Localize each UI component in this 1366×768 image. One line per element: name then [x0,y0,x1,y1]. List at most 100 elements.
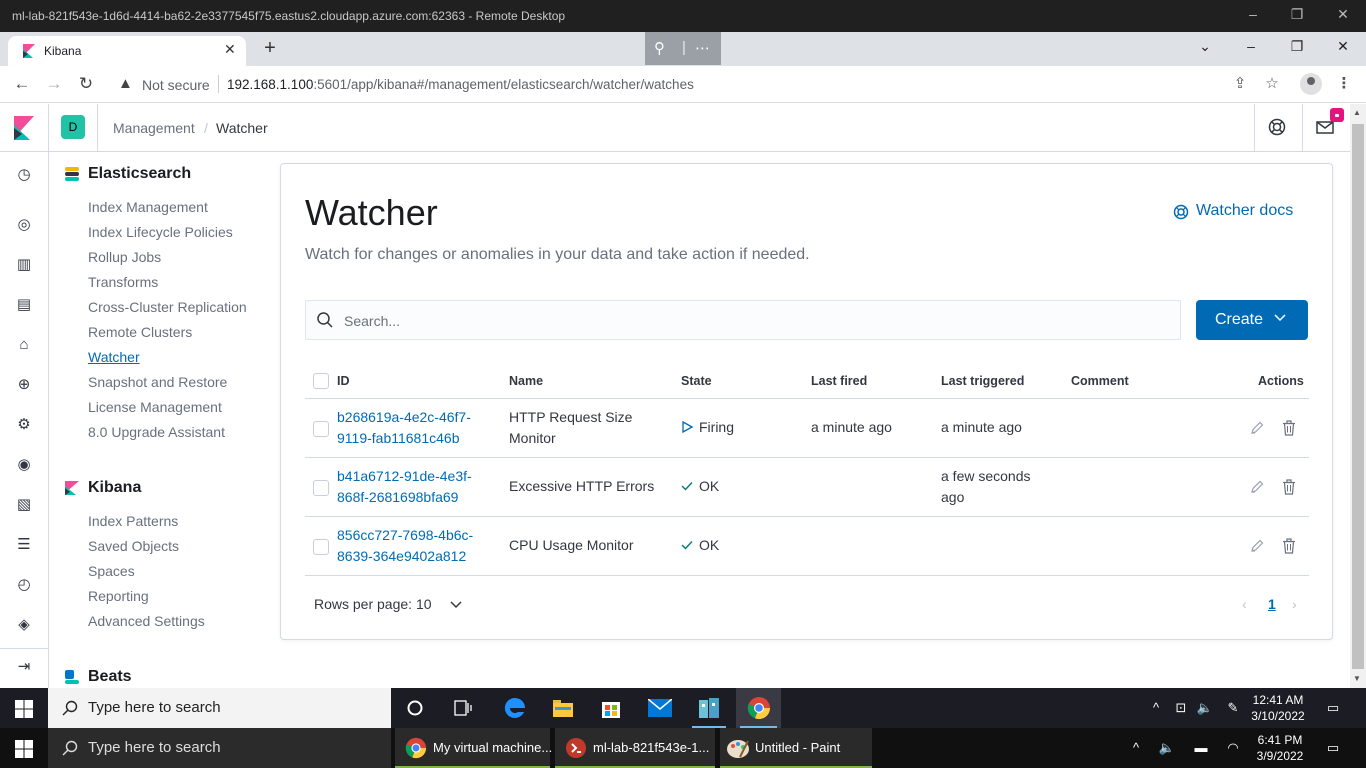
not-secure-label[interactable]: Not secure [142,77,210,93]
taskbar-search-box[interactable]: Type here to search [48,728,391,768]
browser-tab-kibana[interactable]: Kibana ✕ [8,36,246,66]
select-all-checkbox[interactable] [313,373,329,389]
watch-id-link[interactable]: b268619a-4e2c-46f7- 9119-fab11681c46b [337,407,471,449]
breadcrumb-management[interactable]: Management [113,120,195,136]
discover-compass-icon[interactable]: ◎ [14,215,34,235]
rd-minimize-button[interactable]: – [1239,6,1267,26]
url-text[interactable]: 192.168.1.100:5601/app/kibana#/managemen… [227,77,694,92]
edit-pencil-icon[interactable] [1249,420,1265,436]
edit-pencil-icon[interactable] [1249,479,1265,495]
scroll-down-arrow-icon[interactable]: ▼ [1353,674,1361,683]
browser-close-button[interactable]: ✕ [1333,38,1353,55]
siem-icon[interactable]: ◈ [14,615,34,635]
sidebar-item-snapshot-and-restore[interactable]: Snapshot and Restore [88,374,227,390]
apm-icon[interactable]: ☰ [14,535,34,555]
taskbar-search-box[interactable]: Type here to search [48,688,391,728]
machine-learning-icon[interactable]: ⚙ [14,415,34,435]
uptime-icon[interactable]: ◴ [14,575,34,595]
notifications-icon[interactable]: ▭ [1322,688,1344,728]
pen-icon[interactable]: ✎ [1222,688,1244,728]
delete-trash-icon[interactable] [1281,420,1297,436]
page-scrollbar[interactable]: ▲ ▼ [1350,104,1366,688]
store-icon[interactable] [590,688,632,728]
wifi-icon[interactable]: ◠ [1222,728,1244,768]
scrollbar-thumb[interactable] [1352,124,1364,669]
remote-zoom-toolbar[interactable]: ⚲ | ⋯ [645,32,721,65]
notifications-icon[interactable]: ▭ [1322,728,1344,768]
sidebar-item-saved-objects[interactable]: Saved Objects [88,538,179,554]
browser-minimize-button[interactable]: – [1241,38,1261,54]
taskbar-clock[interactable]: 6:41 PM 3/9/2022 [1250,732,1310,764]
sidebar-item-reporting[interactable]: Reporting [88,588,149,604]
watch-id-link[interactable]: 856cc727-7698-4b6c- 8639-364e9402a812 [337,525,473,567]
delete-trash-icon[interactable] [1281,479,1297,495]
delete-trash-icon[interactable] [1281,538,1297,554]
dashboard-icon[interactable]: ▤ [14,295,34,315]
taskbar-task-paint[interactable]: Untitled - Paint [720,728,872,768]
space-avatar[interactable]: D [61,115,85,139]
canvas-icon[interactable]: ⌂ [14,335,34,355]
metrics-icon[interactable]: ◉ [14,455,34,475]
zoom-icon[interactable]: ⚲ [654,39,665,57]
watch-search-field[interactable] [305,300,1181,340]
rows-per-page-selector[interactable]: Rows per page: 10 [314,596,462,612]
browser-menu-icon[interactable]: ⋮ [1333,74,1355,92]
sidebar-item-index-management[interactable]: Index Management [88,199,208,215]
network-icon[interactable]: ⊡ [1170,688,1192,728]
edge-browser-icon[interactable] [494,688,536,728]
mail-app-icon[interactable] [639,688,681,728]
taskbar-task-remote-desktop[interactable]: ml-lab-821f543e-1... [555,728,715,768]
sidebar-item-cross-cluster-replication[interactable]: Cross-Cluster Replication [88,299,247,315]
task-view-icon[interactable] [443,688,483,728]
reload-icon[interactable]: ↻ [74,74,98,94]
tab-search-chevron-icon[interactable]: ⌄ [1195,38,1215,55]
taskbar-clock[interactable]: 12:41 AM 3/10/2022 [1248,692,1308,724]
next-page-icon[interactable]: › [1292,596,1297,612]
search-input[interactable] [344,310,1164,332]
forward-arrow-icon[interactable]: → [42,74,66,94]
sidebar-item-index-patterns[interactable]: Index Patterns [88,513,178,529]
tray-overflow-chevron-icon[interactable]: ^ [1147,688,1165,728]
new-tab-button[interactable]: + [258,37,282,60]
profile-avatar-icon[interactable] [1300,73,1322,95]
tab-close-icon[interactable]: ✕ [224,41,236,58]
rd-close-button[interactable]: ✕ [1329,6,1357,26]
sidebar-item-upgrade-assistant[interactable]: 8.0 Upgrade Assistant [88,424,225,440]
create-button[interactable]: Create [1196,300,1308,340]
tray-overflow-chevron-icon[interactable]: ^ [1127,728,1145,768]
sidebar-item-remote-clusters[interactable]: Remote Clusters [88,324,192,340]
row-checkbox[interactable] [313,480,329,496]
column-header-name[interactable]: Name [509,374,543,388]
back-arrow-icon[interactable]: ← [10,74,34,94]
column-header-id[interactable]: ID [337,374,350,388]
sidebar-item-watcher[interactable]: Watcher [88,349,140,365]
column-header-state[interactable]: State [681,374,712,388]
column-header-comment[interactable]: Comment [1071,374,1129,388]
collapse-nav-icon[interactable]: ⇥ [14,657,34,677]
prev-page-icon[interactable]: ‹ [1242,596,1247,612]
row-checkbox[interactable] [313,539,329,555]
file-explorer-icon[interactable] [542,688,584,728]
edit-pencil-icon[interactable] [1249,538,1265,554]
windows-start-icon[interactable] [15,700,33,718]
sidebar-item-spaces[interactable]: Spaces [88,563,135,579]
chrome-taskbar-icon[interactable] [736,688,781,728]
visualize-chart-icon[interactable]: ▥ [14,255,34,275]
cortana-icon[interactable] [395,688,435,728]
warning-triangle-icon[interactable]: ▲ [118,75,133,92]
maps-icon[interactable]: ⊕ [14,375,34,395]
browser-restore-button[interactable]: ❐ [1287,38,1307,55]
more-icon[interactable]: ⋯ [695,39,711,57]
help-lifebuoy-icon[interactable] [1267,117,1287,137]
column-header-last-triggered[interactable]: Last triggered [941,374,1024,388]
rd-restore-button[interactable]: ❐ [1283,6,1311,26]
sidebar-item-index-lifecycle-policies[interactable]: Index Lifecycle Policies [88,224,233,240]
volume-icon[interactable]: 🔈 [1194,688,1216,728]
row-checkbox[interactable] [313,421,329,437]
recently-viewed-clock-icon[interactable]: ◷ [14,165,34,185]
azure-data-studio-icon[interactable] [688,688,730,728]
logs-icon[interactable]: ▧ [14,495,34,515]
page-number-button[interactable]: 1 [1268,596,1276,612]
column-header-last-fired[interactable]: Last fired [811,374,867,388]
sidebar-item-license-management[interactable]: License Management [88,399,222,415]
